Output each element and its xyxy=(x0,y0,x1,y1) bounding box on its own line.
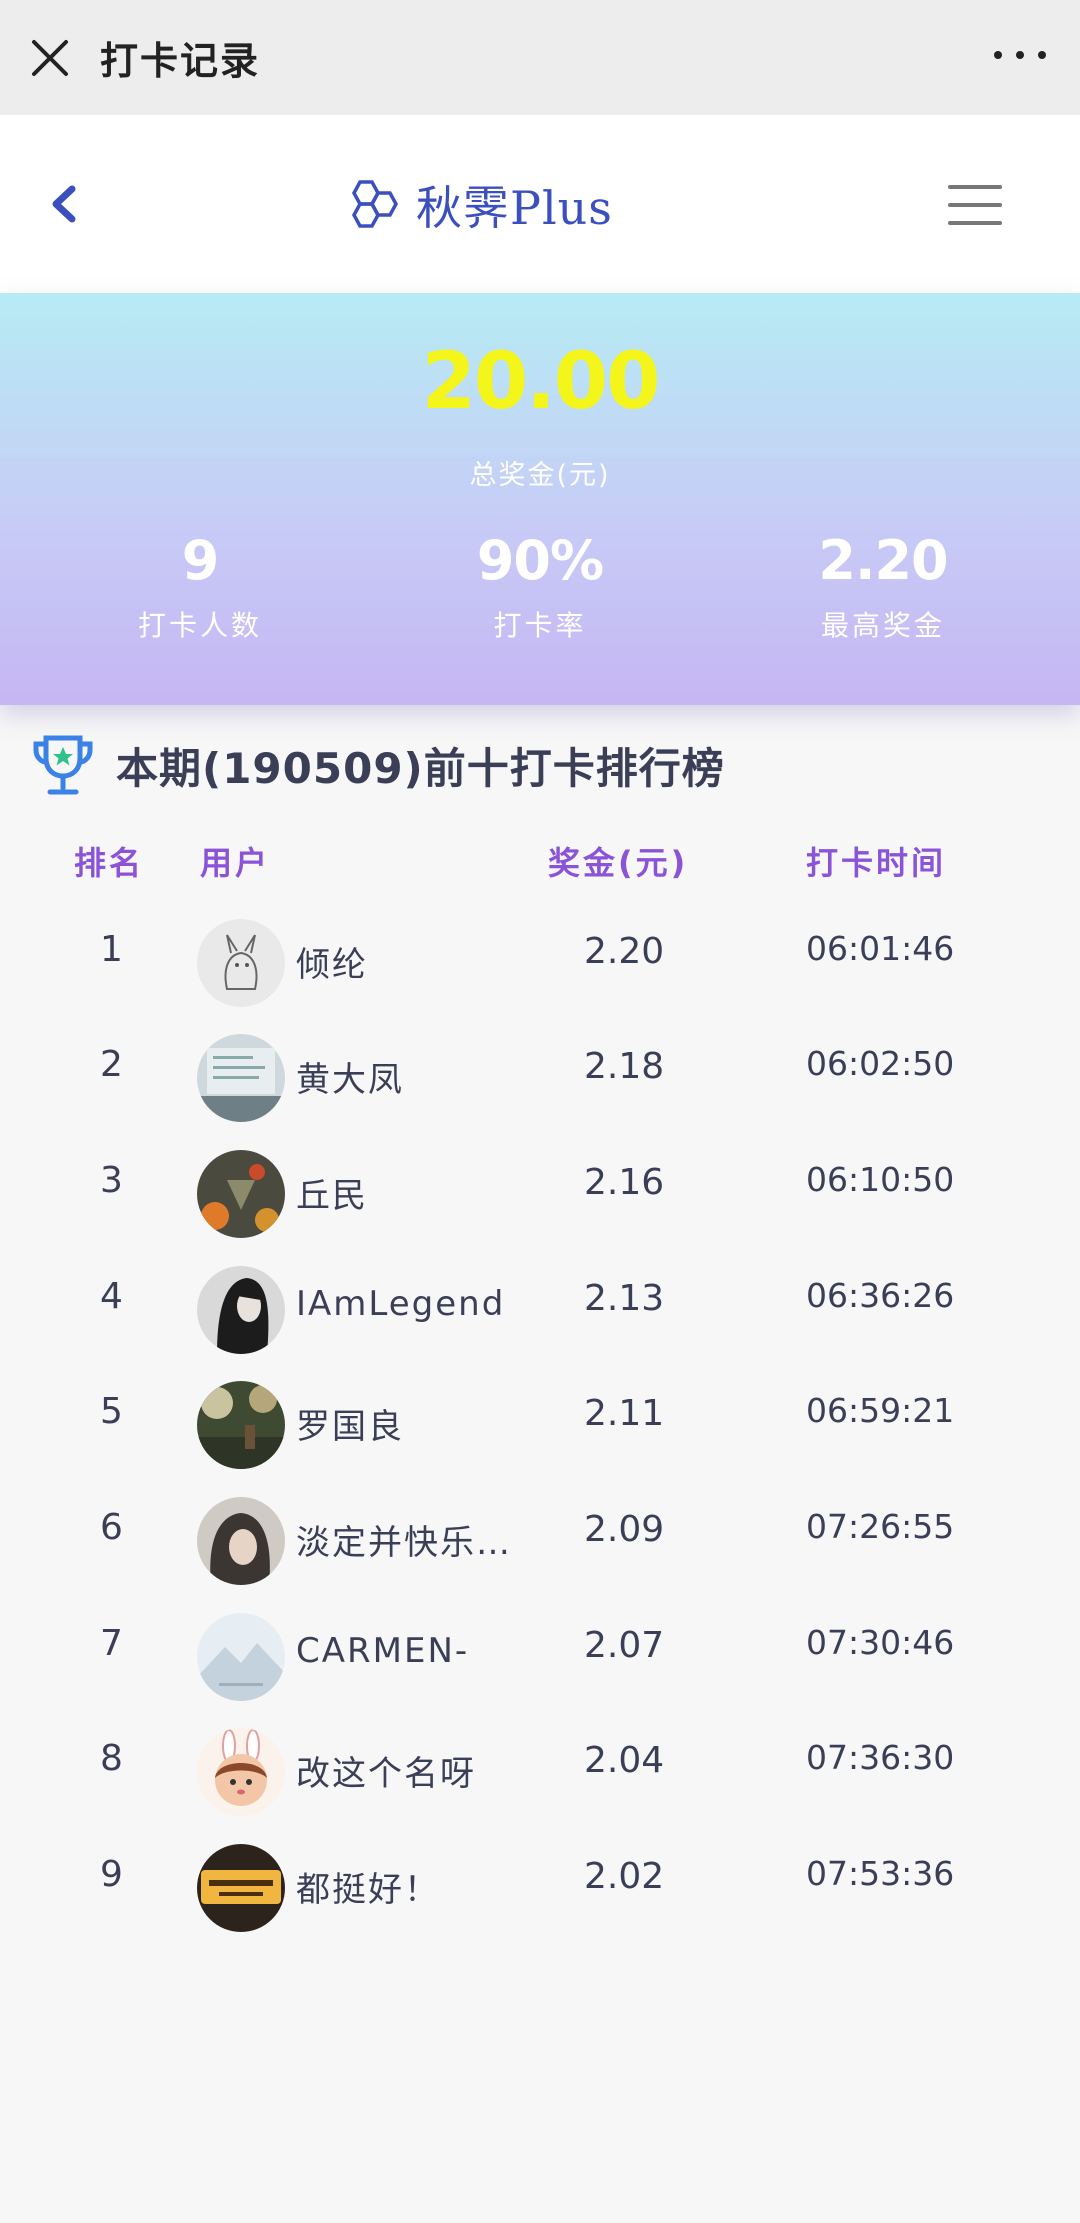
row-username: 改这个名呀 xyxy=(296,1754,476,1794)
stat-value: 90% xyxy=(476,529,604,592)
row-username: 倾纶 xyxy=(296,945,368,985)
table-row[interactable]: 8 改这个名呀 2.04 07:36:30 xyxy=(0,1728,1080,1828)
ranking-table-header: 排名 用户 奖金(元) 打卡时间 xyxy=(0,838,1080,888)
total-prize-value: 20.00 xyxy=(421,337,661,427)
row-prize: 2.20 xyxy=(584,931,665,972)
more-icon[interactable] xyxy=(990,40,1050,70)
row-username: 罗国良 xyxy=(296,1407,404,1447)
column-header-user: 用户 xyxy=(200,844,271,882)
row-username: 丘民 xyxy=(296,1176,368,1216)
avatar[interactable] xyxy=(197,1266,285,1354)
avatar[interactable] xyxy=(197,1728,285,1816)
table-row[interactable]: 1 倾纶 2.20 06:01:46 xyxy=(0,919,1080,1019)
table-row[interactable]: 7 CARMEN- 2.07 07:30:46 xyxy=(0,1613,1080,1713)
page-title: 打卡记录 xyxy=(100,39,261,83)
trophy-icon xyxy=(33,735,93,795)
avatar[interactable] xyxy=(197,1844,285,1932)
row-time: 06:59:21 xyxy=(806,1391,955,1430)
stat-value: 9 xyxy=(181,529,220,592)
row-prize: 2.07 xyxy=(584,1625,665,1666)
row-prize: 2.02 xyxy=(584,1856,665,1897)
row-rank: 5 xyxy=(100,1391,123,1432)
row-rank: 4 xyxy=(100,1276,123,1317)
brand-name: 秋霁Plus xyxy=(416,181,613,235)
row-rank: 9 xyxy=(100,1854,123,1895)
table-row[interactable]: 9 都挺好！ 2.02 07:53:36 xyxy=(0,1844,1080,1944)
row-time: 07:53:36 xyxy=(806,1854,955,1893)
avatar[interactable] xyxy=(197,1613,285,1701)
row-prize: 2.09 xyxy=(584,1509,665,1550)
row-username: 都挺好！ xyxy=(296,1870,440,1910)
back-icon[interactable] xyxy=(44,179,84,229)
brand: 秋霁Plus xyxy=(340,165,613,245)
ranking-title: 本期(190509)前十打卡排行榜 xyxy=(116,743,725,793)
row-time: 07:30:46 xyxy=(806,1623,955,1662)
row-username: CARMEN- xyxy=(296,1631,470,1671)
row-prize: 2.16 xyxy=(584,1162,665,1203)
avatar[interactable] xyxy=(197,1150,285,1238)
column-header-prize: 奖金(元) xyxy=(548,844,689,882)
row-prize: 2.18 xyxy=(584,1046,665,1087)
row-rank: 2 xyxy=(100,1044,123,1085)
row-rank: 8 xyxy=(100,1738,123,1779)
row-rank: 3 xyxy=(100,1160,123,1201)
row-time: 06:36:26 xyxy=(806,1276,955,1315)
total-prize-label: 总奖金(元) xyxy=(469,460,611,491)
row-time: 06:10:50 xyxy=(806,1160,955,1199)
row-username: 黄大凤 xyxy=(296,1060,404,1100)
table-row[interactable]: 4 IAmLegend 2.13 06:36:26 xyxy=(0,1266,1080,1366)
column-header-time: 打卡时间 xyxy=(806,844,947,882)
row-prize: 2.04 xyxy=(584,1740,665,1781)
stat-top-prize: 2.20 最高奖金 xyxy=(733,529,1033,644)
hexagon-logo-icon xyxy=(352,180,398,228)
avatar[interactable] xyxy=(197,919,285,1007)
ranking-heading: 本期(190509)前十打卡排行榜 xyxy=(28,730,725,800)
table-row[interactable]: 5 罗国良 2.11 06:59:21 xyxy=(0,1381,1080,1481)
app-header: 秋霁Plus xyxy=(0,115,1080,293)
row-prize: 2.11 xyxy=(584,1393,665,1434)
stat-checkin-count: 9 打卡人数 xyxy=(50,529,350,644)
row-rank: 7 xyxy=(100,1623,123,1664)
row-prize: 2.13 xyxy=(584,1278,665,1319)
table-row[interactable]: 6 淡定并快乐… 2.09 07:26:55 xyxy=(0,1497,1080,1597)
table-row[interactable]: 2 黄大凤 2.18 06:02:50 xyxy=(0,1034,1080,1134)
column-header-rank: 排名 xyxy=(74,844,145,882)
stat-label: 最高奖金 xyxy=(820,609,945,642)
row-username: IAmLegend xyxy=(296,1284,506,1324)
menu-icon[interactable] xyxy=(948,183,1002,227)
top-bar: 打卡记录 xyxy=(0,0,1080,115)
table-row[interactable]: 3 丘民 2.16 06:10:50 xyxy=(0,1150,1080,1250)
row-time: 06:01:46 xyxy=(806,929,955,968)
avatar[interactable] xyxy=(197,1381,285,1469)
row-time: 07:36:30 xyxy=(806,1738,955,1777)
row-rank: 1 xyxy=(100,929,123,970)
summary-banner: 20.00 总奖金(元) 9 打卡人数 90% 打卡率 2.20 最高奖金 xyxy=(0,293,1080,705)
stat-label: 打卡人数 xyxy=(137,609,262,642)
row-rank: 6 xyxy=(100,1507,123,1548)
close-icon[interactable] xyxy=(26,34,74,82)
stat-label: 打卡率 xyxy=(493,609,587,642)
avatar[interactable] xyxy=(197,1497,285,1585)
stat-value: 2.20 xyxy=(818,529,948,592)
row-username: 淡定并快乐… xyxy=(296,1523,512,1563)
avatar[interactable] xyxy=(197,1034,285,1122)
row-time: 07:26:55 xyxy=(806,1507,955,1546)
row-time: 06:02:50 xyxy=(806,1044,955,1083)
stat-checkin-rate: 90% 打卡率 xyxy=(390,529,690,644)
